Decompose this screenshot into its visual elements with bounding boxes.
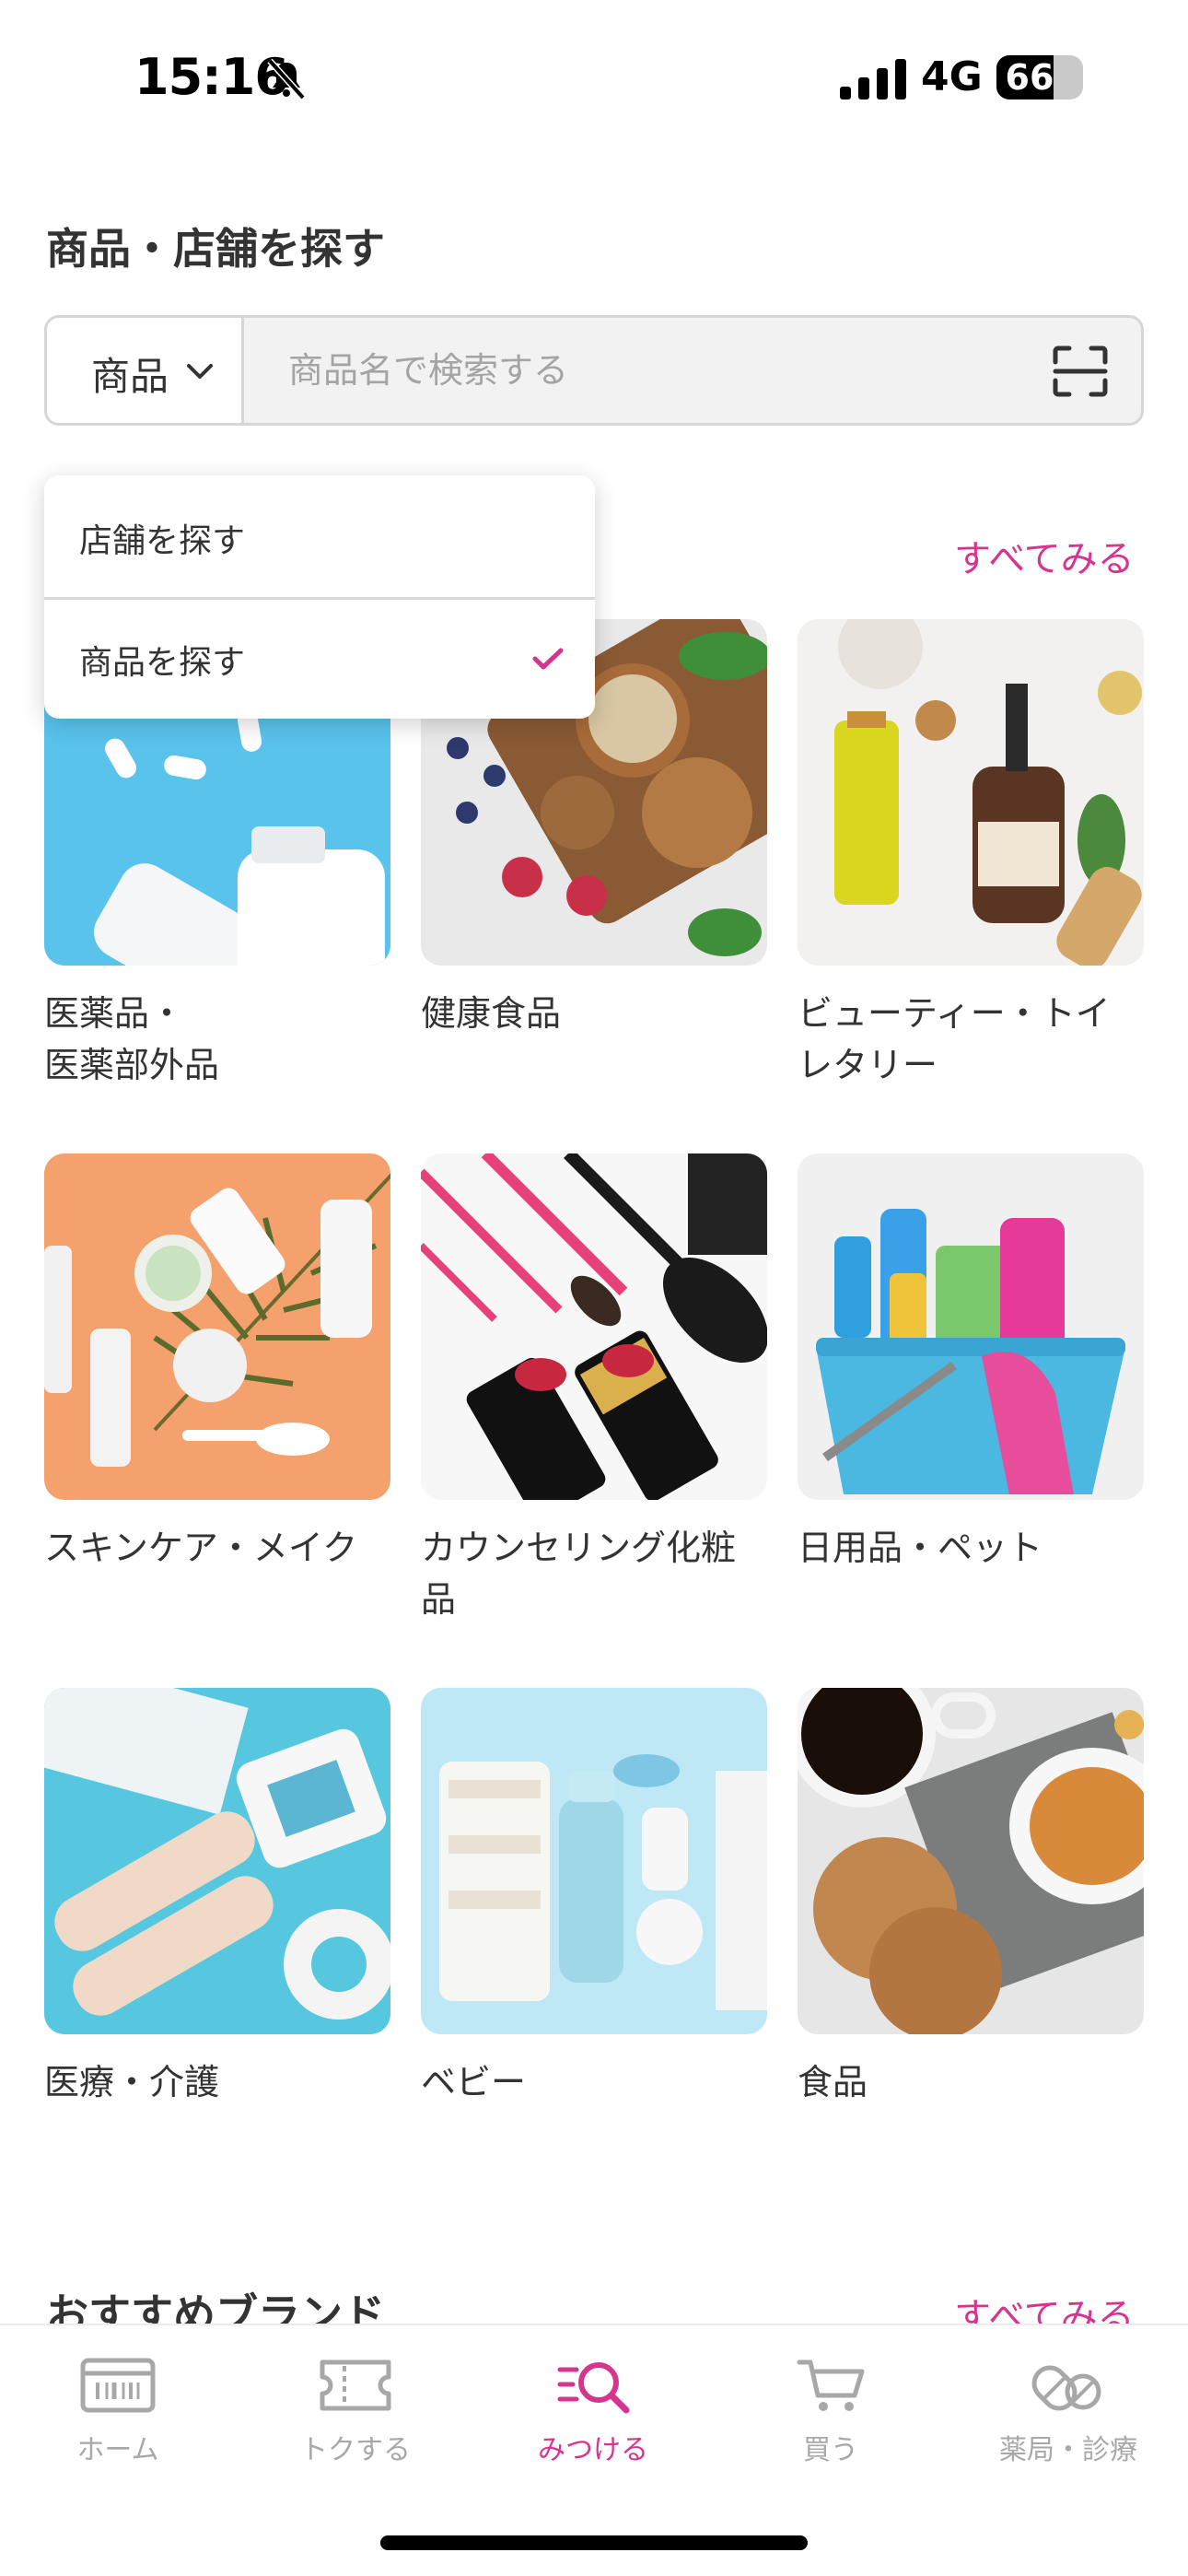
category-label-line1: スキンケア・メイク [44,1528,358,1568]
search-list-icon [557,2362,630,2414]
tab-label: ホーム [76,2434,159,2466]
category-image [798,619,1144,966]
cellular-signal-icon [840,59,906,100]
food-coffee-cookies-image [798,1688,1144,2034]
skincare-products-image [44,1153,390,1500]
category-image [421,1688,767,2034]
tab-buy[interactable]: 買う [720,2357,941,2476]
category-baby[interactable]: ベビー [421,1688,767,2108]
dropdown-item-label: 商品を探す [79,644,246,682]
category-label: スキンケア・メイク [44,1522,390,1574]
category-label-line1: ビューティー・トイ [798,993,1111,1034]
network-type: 4G [921,53,983,100]
bell-muted-icon [267,58,306,100]
barcode-scan-icon[interactable] [1053,345,1108,397]
tab-discover[interactable]: みつける [483,2357,704,2476]
baby-products-image [421,1688,767,2034]
tab-label: みつける [538,2434,648,2466]
category-image [44,1153,390,1500]
category-label: 健康食品 [421,988,767,1039]
category-skincare-makeup[interactable]: スキンケア・メイク [44,1153,390,1574]
category-label-line2: レタリー [798,1045,938,1085]
page-title: 商品・店舗を探す [46,224,385,274]
battery-cap [1076,70,1083,87]
category-label: 食品 [798,2056,1144,2108]
category-label-line1: 医療・介護 [44,2062,220,2102]
category-label: 医療・介護 [44,2056,390,2108]
tab-label: 薬局・診療 [999,2434,1137,2466]
coupon-icon [320,2359,391,2411]
pill-icon [1031,2365,1101,2411]
category-label: カウンセリング化粧 品 [421,1522,767,1625]
tab-deals[interactable]: トクする [245,2357,466,2476]
tab-label: 買う [803,2434,858,2466]
search-type-label: 商品 [91,354,169,399]
tab-home[interactable]: ホーム [7,2357,228,2476]
chevron-down-icon [187,364,213,379]
search-input[interactable] [288,340,1025,401]
beauty-bottles-image [798,619,1144,966]
category-image [798,1153,1144,1500]
dropdown-item-product[interactable]: 商品を探す [44,604,595,706]
cosmetics-brushes-image [421,1153,767,1500]
category-image [421,1153,767,1500]
battery-indicator: 66 [996,55,1083,100]
categories-see-all-link[interactable]: すべてみる [954,529,1135,582]
category-label-line1: 医薬品・ [44,993,185,1034]
category-label: ベビー [421,2056,767,2108]
cart-icon [797,2359,865,2411]
dropdown-divider [44,597,595,600]
search-type-selector[interactable]: 商品 [47,318,244,423]
tab-pharmacy[interactable]: 薬局・診療 [958,2357,1179,2476]
medical-supplies-image [44,1688,390,2034]
dropdown-item-label: 店舗を探す [79,522,246,560]
category-counseling-cosmetics[interactable]: カウンセリング化粧 品 [421,1153,767,1625]
category-daily-goods-pet[interactable]: 日用品・ペット [798,1153,1144,1574]
category-label-line1: 日用品・ペット [798,1528,1043,1568]
category-medical-care[interactable]: 医療・介護 [44,1688,390,2108]
category-label: 医薬品・ 医薬部外品 [44,988,390,1091]
category-label-line1: 食品 [798,2062,868,2102]
home-indicator[interactable] [380,2535,808,2550]
category-image [44,1688,390,2034]
cleaning-bucket-image [798,1153,1144,1500]
category-label-line1: 健康食品 [421,993,562,1034]
category-beauty-toiletry[interactable]: ビューティー・トイ レタリー [798,619,1144,1091]
battery-percent: 66 [1005,57,1054,98]
category-image [798,1688,1144,2034]
status-bar: 15:16 4G 66 [0,0,1188,157]
category-food[interactable]: 食品 [798,1688,1144,2108]
search-type-dropdown: 店舗を探す 商品を探す [44,475,595,719]
category-label-line1: ベビー [421,2062,527,2102]
tab-label: トクする [300,2434,411,2466]
home-icon [80,2358,156,2413]
category-label-line2: 医薬部外品 [44,1045,220,1085]
dropdown-item-store[interactable]: 店舗を探す [44,483,595,584]
category-label: ビューティー・トイ レタリー [798,988,1144,1091]
search-bar: 商品 [44,315,1144,426]
category-label-line1: カウンセリング化粧 [421,1528,737,1568]
category-label-line2: 品 [421,1579,457,1620]
category-label: 日用品・ペット [798,1522,1144,1574]
checkmark-icon [532,648,564,670]
